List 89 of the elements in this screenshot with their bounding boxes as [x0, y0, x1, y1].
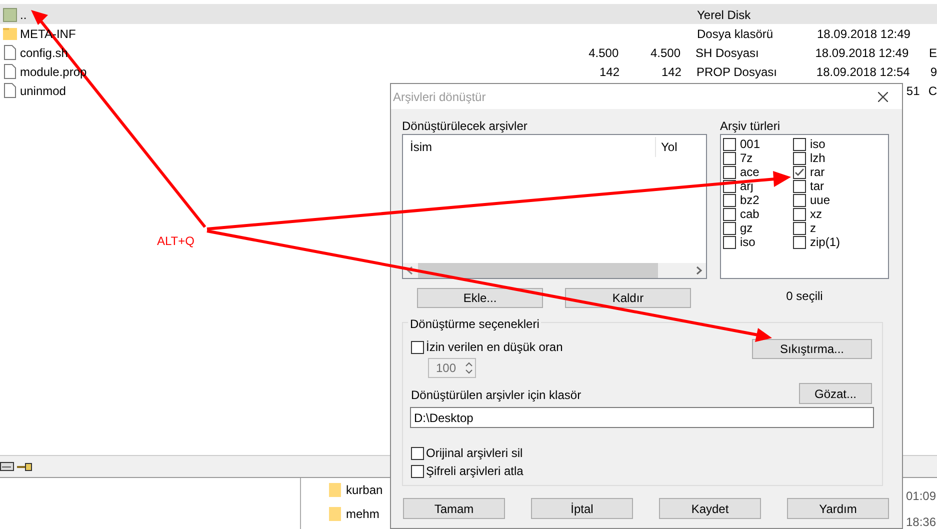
checkbox-label: lzh — [810, 151, 826, 165]
drive-icon — [0, 462, 14, 471]
folder-icon — [329, 483, 341, 497]
checkbox[interactable] — [793, 236, 806, 248]
checkbox[interactable] — [793, 180, 806, 192]
checkbox[interactable] — [723, 194, 736, 206]
checkbox[interactable] — [723, 222, 736, 234]
checkbox[interactable] — [793, 222, 806, 234]
table-cell: E — [928, 46, 937, 60]
checkbox[interactable] — [793, 166, 806, 178]
file-type: Dosya klasörü — [697, 26, 774, 40]
file-icon — [4, 64, 16, 79]
checkbox-label: iso — [810, 137, 826, 151]
checkbox-label: gz — [740, 221, 753, 235]
checkbox-label: Şifreli arşivleri atla — [426, 463, 524, 480]
checkbox[interactable] — [411, 446, 424, 460]
close-icon[interactable] — [878, 92, 888, 102]
file-modified: 18.09.2018 12:49 — [817, 26, 910, 40]
checkbox-label: xz — [810, 207, 822, 221]
checkbox-label: 7z — [740, 151, 753, 165]
column-header[interactable]: Yol — [656, 138, 678, 156]
archive-types-label: Arşiv türleri — [720, 119, 782, 134]
checkbox-label: bz2 — [740, 193, 760, 207]
checkbox-label: iso — [740, 235, 756, 249]
folder-icon — [329, 507, 341, 521]
checkbox-label: cab — [740, 207, 760, 221]
dialog-button[interactable]: Kaydet — [659, 498, 761, 519]
checkbox-label: İzin verilen en düşük oran — [426, 339, 563, 356]
compression-button[interactable]: Sıkıştırma... — [752, 339, 872, 359]
dialog-button[interactable]: Yardım — [787, 498, 889, 519]
checkbox[interactable] — [793, 194, 806, 206]
checkbox[interactable] — [793, 208, 806, 220]
checkbox-label: ace — [740, 165, 760, 179]
file-size: 4.500 — [588, 46, 619, 60]
key-icon — [17, 462, 33, 470]
column-header[interactable]: İsim — [403, 137, 656, 157]
packed-size: 142 — [661, 64, 682, 78]
checkbox[interactable] — [723, 166, 736, 178]
file-modified: 18.09.2018 12:49 — [815, 46, 909, 60]
folder-icon — [3, 28, 17, 40]
file-type: Yerel Disk — [697, 8, 751, 22]
horizontal-scrollbar[interactable] — [403, 263, 706, 278]
parent-folder-icon — [3, 8, 17, 22]
scroll-thumb[interactable] — [418, 263, 658, 278]
checkbox[interactable] — [723, 152, 736, 164]
folder-name: kurban — [346, 482, 383, 499]
checkbox-label: z — [810, 221, 816, 235]
list-button[interactable]: Kaldır — [565, 288, 691, 308]
selected-count: 0 seçili — [786, 288, 823, 305]
checkbox-label: rar — [810, 165, 825, 179]
file-type: SH Dosyası — [696, 46, 759, 60]
checkbox[interactable] — [793, 152, 806, 164]
file-icon — [4, 45, 16, 60]
time-text: 01:09 — [906, 488, 936, 505]
checkbox-label: Orijinal arşivleri sil — [426, 445, 523, 462]
checkbox-label: 001 — [740, 137, 760, 151]
file-modified: 51 — [906, 84, 920, 98]
file-name: uninmod — [20, 84, 66, 98]
checkbox-label: zip(1) — [810, 235, 840, 249]
file-name: .. — [20, 8, 27, 22]
folder-input-field[interactable]: D:\Desktop — [410, 407, 874, 428]
checkbox[interactable] — [723, 208, 736, 220]
checkbox[interactable] — [793, 138, 806, 150]
browse-button[interactable]: Gözat... — [799, 383, 872, 404]
dialog-button[interactable]: Tamam — [403, 498, 505, 519]
list-button[interactable]: Ekle... — [417, 288, 543, 308]
table-cell: C — [928, 84, 937, 98]
packed-size: 4.500 — [650, 46, 680, 60]
file-row[interactable]: .. Yerel Disk — [0, 5, 937, 24]
file-size: 142 — [600, 64, 620, 78]
checkbox[interactable] — [411, 464, 424, 478]
file-type: PROP Dosyası — [696, 64, 777, 78]
checkbox-label: uue — [810, 193, 830, 207]
checkbox[interactable] — [723, 236, 736, 248]
ratio-spinner[interactable]: 100 — [428, 358, 476, 378]
archive-list[interactable]: İsim Yol — [402, 134, 707, 279]
checkbox[interactable] — [723, 138, 736, 150]
folder-label: Dönüştürülen arşivler için klasör — [411, 387, 582, 404]
checkbox-label: arj — [740, 179, 754, 193]
table-cell: 9 — [930, 64, 937, 78]
dialog-button[interactable]: İptal — [531, 498, 633, 519]
dialog-title: Arşivleri dönüştür — [393, 88, 486, 106]
checkbox[interactable] — [411, 340, 424, 354]
annotation-label: ALT+Q — [157, 233, 194, 250]
archives-label: Dönüştürülecek arşivler — [402, 119, 528, 134]
checkbox-label: tar — [810, 179, 824, 193]
file-modified: 18.09.2018 12:54 — [816, 64, 910, 78]
time-text: 18:36 — [906, 514, 936, 529]
folder-name: mehm — [346, 506, 380, 523]
